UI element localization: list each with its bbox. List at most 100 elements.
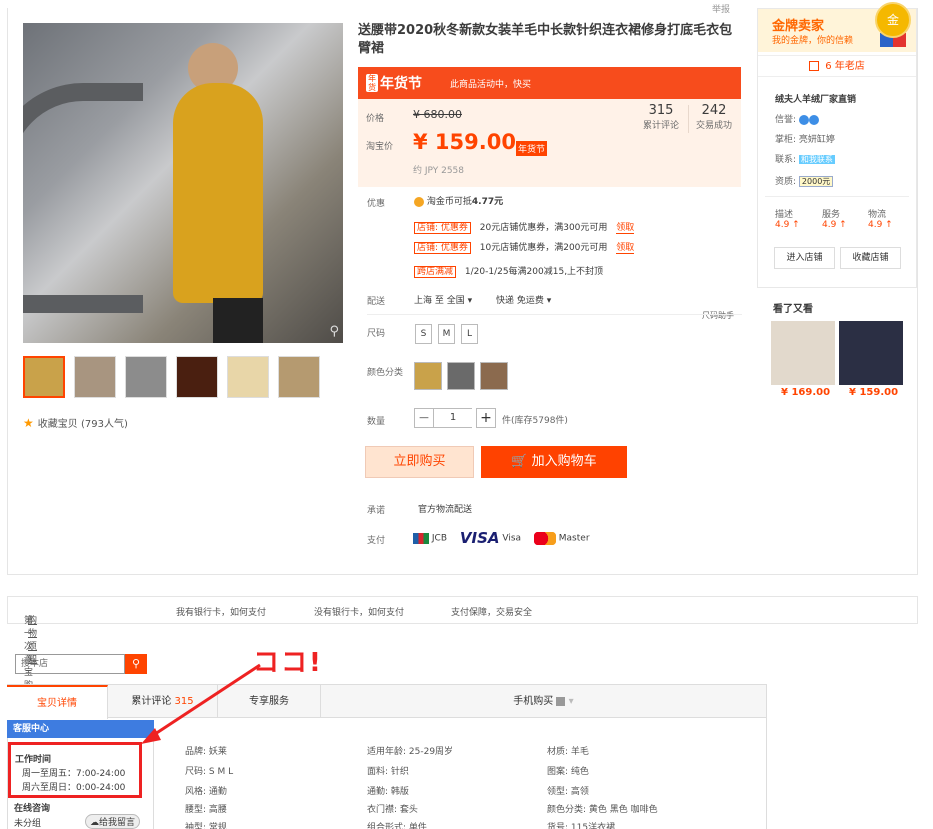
credit-icon (808, 114, 819, 125)
size-helper-link[interactable]: 尺码助手 (702, 310, 734, 321)
qty-minus-button[interactable]: − (414, 408, 434, 428)
promo-sub: 此商品活动中，快买 (450, 80, 532, 90)
attribute: 风格: 通勤 (185, 787, 227, 797)
shop-search-input[interactable]: 搜本店 (15, 654, 125, 674)
leave-message-button[interactable]: ☁给我留言 (85, 814, 141, 829)
favorite-item[interactable]: ★ 收藏宝贝 (793人气) (23, 415, 128, 430)
price-label: 价格 (366, 114, 385, 124)
festival-icon: 年货 (366, 74, 378, 92)
enter-shop-button[interactable]: 进入店铺 (774, 247, 835, 269)
tab-mobile[interactable]: 手机购买 ▾ (321, 685, 766, 718)
score-logistics: 物流 4.9 ↑ (868, 210, 893, 230)
contact-button[interactable]: 和我联系 (798, 155, 835, 164)
jcb-icon (413, 532, 429, 544)
attribute: 组合形式: 单件 (367, 823, 427, 829)
buy-now-button[interactable]: 立即购买 (365, 446, 474, 478)
qualification-row: 资质: 2000元 (775, 174, 834, 187)
delivery-label: 配送 (367, 297, 386, 307)
favorite-shop-button[interactable]: 收藏店铺 (840, 247, 901, 269)
guide-card-link[interactable]: 我有银行卡，如何支付 (176, 605, 266, 618)
score-service: 服务 4.9 ↑ (822, 210, 847, 230)
thumbnail[interactable] (176, 356, 218, 398)
agent-group: 未分组 (14, 819, 42, 829)
coupon-row: 店铺: 优惠券 10元店铺优惠券，满200元可用 领取 (414, 240, 635, 254)
guide-safety-link[interactable]: 支付保障，交易安全 (451, 605, 532, 618)
zoom-icon[interactable]: ⚲ (329, 324, 339, 339)
fav-label: 收藏宝贝 (37, 419, 78, 430)
attribute: 领型: 高领 (547, 787, 589, 797)
promise-text: 官方物流配送 (418, 505, 473, 515)
quantity-input[interactable]: 1 (434, 408, 472, 428)
size-option-s[interactable]: S (415, 324, 432, 344)
attribute: 面料: 针织 (367, 767, 409, 777)
add-to-cart-button[interactable]: 🛒 加入购物车 (481, 446, 627, 478)
promo-name: 年货节 (380, 76, 422, 92)
coupon-tag: 店铺: 优惠券 (414, 242, 471, 254)
jpy-price: 约 JPY 2558 (413, 166, 465, 176)
thumbnail[interactable] (74, 356, 116, 398)
online-consult-title: 在线咨询 (14, 804, 51, 814)
star-icon: ★ (23, 416, 34, 430)
current-price: ¥ 159.00 (413, 130, 516, 154)
attribute: 材质: 羊毛 (547, 747, 589, 757)
attribute: 货号: 115洋衣裙 (547, 823, 616, 829)
shopping-guide-bar: 第一次淘宝购物?购物须知 我有银行卡，如何支付 没有银行卡，如何支付 支付保障，… (7, 596, 918, 704)
claim-coupon-link[interactable]: 领取 (616, 223, 635, 234)
thumbnail[interactable] (227, 356, 269, 398)
credit-row: 信誉: (775, 112, 819, 125)
also-viewed-price[interactable]: ¥ 169.00 (781, 387, 830, 398)
thumbnail[interactable] (125, 356, 167, 398)
attribute: 袖型: 常规 (185, 823, 227, 829)
also-viewed-title: 看了又看 (773, 304, 813, 315)
owner-row: 掌柜: 亮妍缸婷 (775, 135, 835, 145)
color-option-black[interactable] (447, 362, 475, 390)
qualification-badge[interactable]: 2000元 (798, 176, 834, 187)
shipping-method[interactable]: 快递 免运费 ▾ (496, 293, 551, 306)
color-option-coffee[interactable] (480, 362, 508, 390)
also-viewed-image[interactable] (771, 321, 835, 385)
qty-plus-button[interactable]: + (476, 408, 496, 428)
fav-count: (793人气) (80, 419, 128, 430)
contact-row: 联系: 和我联系 (775, 155, 835, 165)
shop-name[interactable]: 绒夫人羊绒厂家直销 (775, 92, 856, 105)
size-option-l[interactable]: L (461, 324, 478, 344)
cart-icon: 🛒 (511, 454, 528, 469)
qrcode-icon (556, 696, 566, 706)
thumbnail[interactable] (23, 356, 65, 398)
also-viewed-price[interactable]: ¥ 159.00 (849, 387, 898, 398)
guide-nocard-link[interactable]: 没有银行卡，如何支付 (314, 605, 404, 618)
message-icon: ☁ (90, 818, 99, 828)
attribute: 尺码: S M L (185, 767, 234, 777)
stock-text: 件(库存5798件) (502, 416, 568, 426)
attribute: 衣门襟: 套头 (367, 805, 418, 815)
cross-store-event: 跨店满减 1/20-1/25每满200减15,上不封顶 (414, 264, 603, 278)
size-option-m[interactable]: M (438, 324, 455, 344)
attribute: 图案: 纯色 (547, 767, 589, 777)
product-title: 送腰带2020秋冬新款女装羊毛中长款针织连衣裙修身打底毛衣包臂裙 (358, 23, 733, 56)
original-price: ¥ 680.00 (413, 108, 462, 121)
payment-methods: JCB VISA Visa Master (413, 529, 590, 547)
size-label: 尺码 (367, 329, 386, 339)
payment-label: 支付 (367, 536, 386, 546)
main-product-image[interactable]: ⚲ (23, 23, 343, 343)
mastercard-icon (533, 531, 556, 545)
shop-icon (809, 61, 820, 71)
taobao-price-label: 淘宝价 (366, 142, 394, 152)
tab-detail[interactable]: 宝贝详情 (7, 685, 108, 719)
color-option-yellow[interactable] (414, 362, 442, 390)
score-description: 描述 4.9 ↑ (775, 210, 800, 230)
highlight-box (8, 742, 142, 798)
delivery-region[interactable]: 上海 至 全国 ▾ (414, 293, 472, 306)
promise-label: 承诺 (367, 506, 386, 516)
thumbnail[interactable] (278, 356, 320, 398)
detail-tabs: 宝贝详情 累计评论 315 专享服务 手机购买 ▾ (7, 684, 766, 719)
coupon-tag: 店铺: 优惠券 (414, 222, 471, 234)
reviews-stat[interactable]: 315 累计评论 (636, 103, 686, 131)
claim-coupon-link[interactable]: 领取 (616, 243, 635, 254)
annotation-arrow (141, 663, 261, 744)
coin-offer: 淘金币可抵4.77元 (414, 194, 503, 207)
color-label: 颜色分类 (367, 368, 404, 378)
also-viewed-image[interactable] (839, 321, 903, 385)
event-tag: 跨店满减 (414, 266, 457, 278)
attribute: 通勤: 韩版 (367, 787, 409, 797)
